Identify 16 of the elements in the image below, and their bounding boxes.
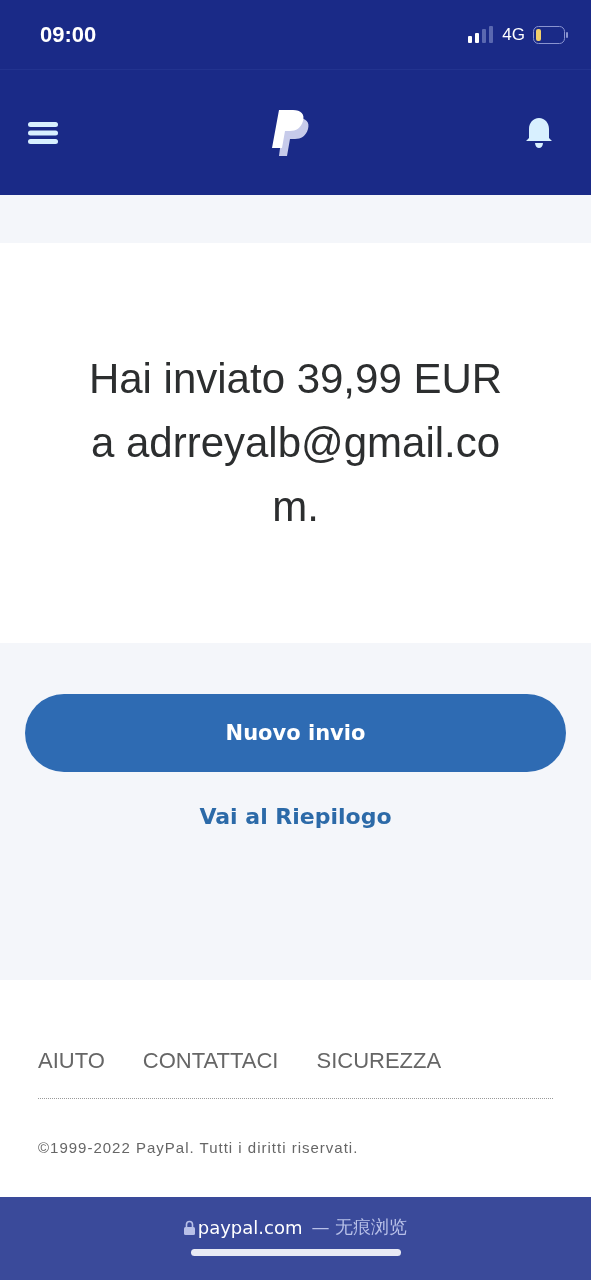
confirmation-message: Hai inviato 39,99 EUR a adrreyalb@gmail.com.	[87, 354, 504, 532]
lock-icon	[183, 1219, 195, 1235]
browser-domain: paypal.com	[197, 1216, 303, 1238]
footer-link[interactable]: AIUTO	[38, 1048, 105, 1074]
footer-link[interactable]: SICUREZZA	[316, 1048, 442, 1074]
clock-time: 09:00	[40, 21, 97, 48]
footer-link[interactable]: CONTATTACI	[142, 1048, 279, 1074]
network-label: 4G	[502, 24, 525, 45]
summary-link[interactable]: Vai al Riepilogo	[199, 804, 392, 829]
bell-icon[interactable]	[525, 116, 553, 149]
new-payment-button[interactable]: Nuovo invio	[25, 694, 566, 772]
signal-icon	[468, 26, 495, 43]
battery-icon	[533, 25, 569, 44]
copyright-text: ©1999-2022 PayPal. Tutti i diritti riservati.	[38, 1139, 360, 1156]
menu-icon[interactable]	[28, 121, 58, 144]
browsing-mode: — 无痕浏览	[311, 1215, 408, 1239]
